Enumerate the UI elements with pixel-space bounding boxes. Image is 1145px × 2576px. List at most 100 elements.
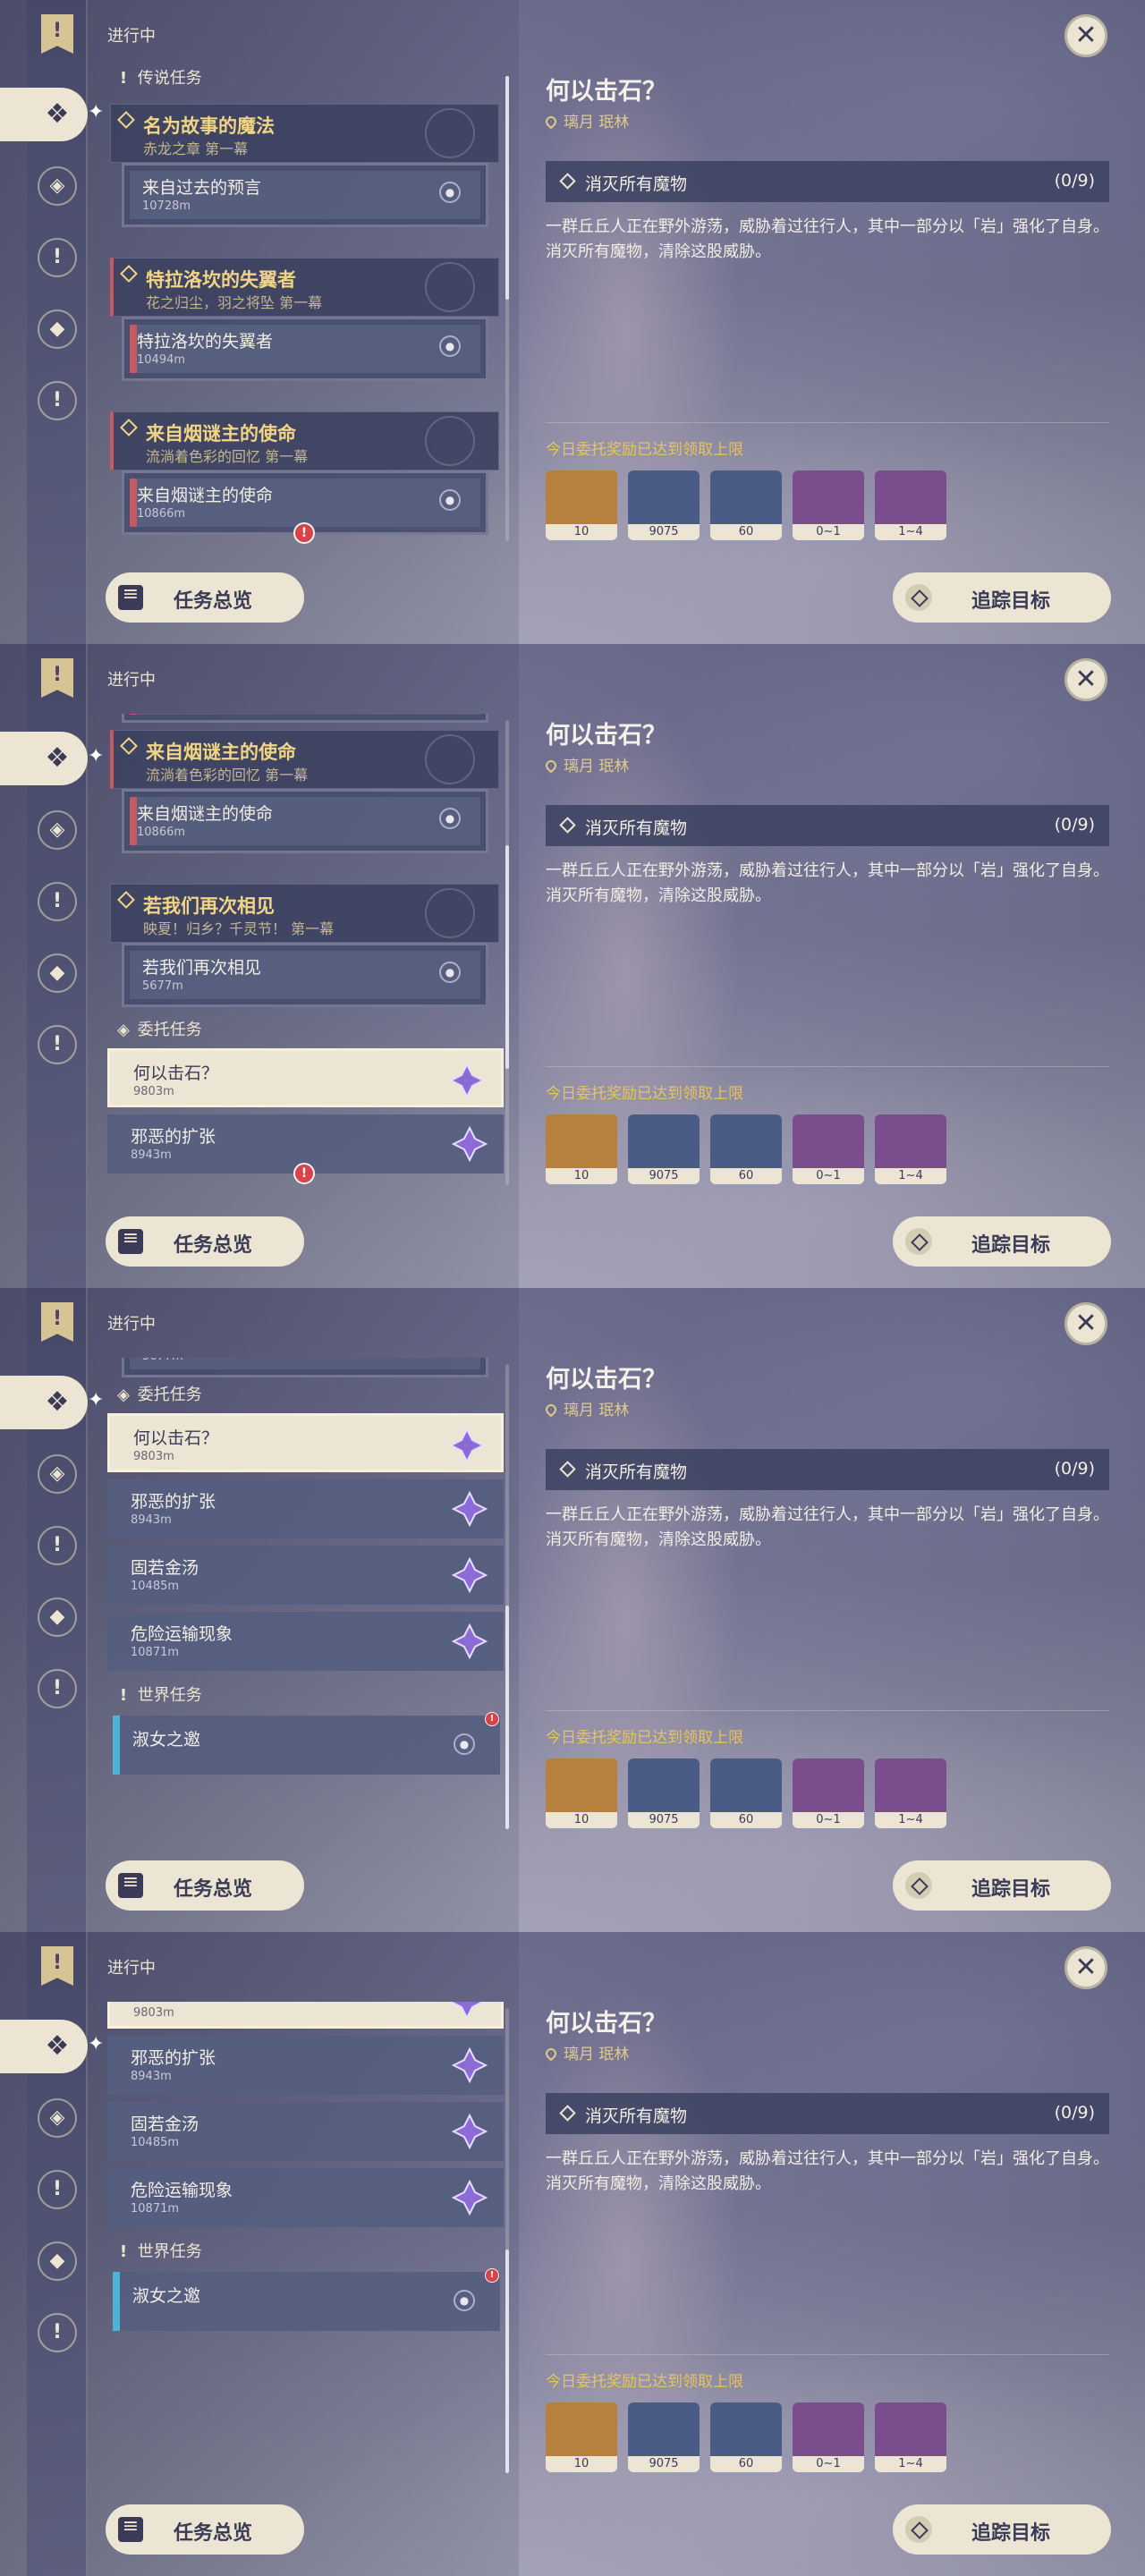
tab-all-quests-icon[interactable]: ❖: [38, 95, 77, 134]
commission-item-selected[interactable]: 何以击石？9803m: [107, 2002, 504, 2029]
map-pin-icon[interactable]: ●: [439, 335, 461, 357]
quest-card[interactable]: 来自过去的预言 10728m ●: [122, 163, 488, 227]
friendship-exp-icon[interactable]: 60: [710, 470, 782, 540]
primogem-crystal-icon[interactable]: 0~1: [793, 2402, 864, 2472]
friendship-exp-icon[interactable]: 60: [710, 2402, 782, 2472]
tab-commission-icon[interactable]: ◈: [38, 166, 77, 206]
quest-overview-button[interactable]: 任务总览: [106, 572, 304, 623]
quest-header[interactable]: 名为故事的魔法 赤龙之章 第一幕: [110, 104, 499, 163]
detail-title: 何以击石？: [546, 722, 666, 750]
screen-frame-3: ❖ ✦ ◈ ! ◆ ! 进行中 ✕ 5677m● ◈ 委托任务 何以击石？9803…: [0, 1288, 1145, 1932]
mora-icon[interactable]: 9075: [628, 1114, 700, 1184]
tab-all-quests-icon[interactable]: ❖: [38, 739, 77, 778]
friendship-exp-icon[interactable]: 60: [710, 1758, 782, 1828]
quest-card[interactable]: 来自烟谜主的使命 10866m ●: [122, 789, 488, 853]
commission-item[interactable]: 固若金汤 10485m: [107, 1546, 504, 1605]
quest-list[interactable]: 何以击石？9803m 邪恶的扩张8943m 固若金汤10485m 危险运输现象1…: [106, 2002, 508, 2476]
commission-star-icon: [449, 2002, 485, 2020]
map-pin-icon[interactable]: ●: [439, 182, 461, 203]
mora-icon[interactable]: 9075: [628, 1758, 700, 1828]
detail-location: 璃月 珉林: [543, 109, 629, 131]
tab-story-quest-icon[interactable]: ◆: [38, 309, 77, 349]
tab-story-quest-icon[interactable]: ◆: [38, 2241, 77, 2281]
world-quest-item[interactable]: 淑女之邀 ●: [113, 2272, 500, 2331]
crystal-chunk-icon[interactable]: 1~4: [875, 1758, 946, 1828]
reward-limit-note: 今日委托奖励已达到领取上限: [546, 2373, 743, 2391]
alert-badge-icon: !: [293, 1163, 315, 1184]
quest-header[interactable]: 特拉洛坎的失翼者 花之归尘，羽之将坠 第一幕: [110, 258, 499, 317]
tab-world-quest-icon[interactable]: !: [38, 2170, 77, 2209]
tab-archon-quest-icon[interactable]: !: [38, 381, 77, 420]
list-scrollbar[interactable]: [505, 2008, 509, 2473]
tab-story-quest-icon[interactable]: ◆: [38, 953, 77, 993]
list-icon: [118, 2515, 143, 2542]
quest-overview-button[interactable]: 任务总览: [106, 1216, 304, 1267]
commission-item[interactable]: 邪恶的扩张 8943m: [107, 2036, 504, 2095]
commission-item[interactable]: 邪恶的扩张 8943m: [107, 1479, 504, 1538]
quest-overview-button[interactable]: 任务总览: [106, 2504, 304, 2555]
quest-bookmark-icon: [41, 1302, 73, 1342]
primogem-crystal-icon[interactable]: 0~1: [793, 1114, 864, 1184]
tab-world-quest-icon[interactable]: !: [38, 238, 77, 277]
quest-card[interactable]: 若我们再次相见 5677m ●: [122, 943, 488, 1007]
quest-list[interactable]: 来自烟谜主的使命 流淌着色彩的回忆 第一幕 来自烟谜主的使命 10866m ● 若我们…: [106, 714, 508, 1188]
close-button[interactable]: ✕: [1064, 1302, 1107, 1345]
detail-title: 何以击石？: [546, 1366, 666, 1394]
track-target-button[interactable]: 追踪目标: [893, 572, 1111, 623]
commission-item-selected[interactable]: 何以击石？9803m: [107, 1413, 504, 1472]
tab-archon-quest-icon[interactable]: !: [38, 2313, 77, 2352]
friendship-exp-icon[interactable]: 60: [710, 1114, 782, 1184]
tab-world-quest-icon[interactable]: !: [38, 1526, 77, 1565]
adventure-exp-icon[interactable]: 10: [546, 1758, 617, 1828]
quest-list[interactable]: ! 传说任务 名为故事的魔法 赤龙之章 第一幕 来自过去的预言 10728m ● 特拉…: [106, 70, 508, 544]
quest-card[interactable]: [122, 714, 488, 723]
track-target-button[interactable]: 追踪目标: [893, 1860, 1111, 1911]
objective-bar: 消灭所有魔物 (0/9): [546, 161, 1109, 202]
mora-icon[interactable]: 9075: [628, 470, 700, 540]
list-scrollbar[interactable]: [505, 1364, 509, 1829]
location-pin-icon: [543, 1402, 559, 1418]
quest-overview-button[interactable]: 任务总览: [106, 1860, 304, 1911]
map-pin-icon[interactable]: ●: [454, 1733, 475, 1755]
quest-card[interactable]: 5677m●: [122, 1358, 488, 1377]
commission-item[interactable]: 危险运输现象 10871m: [107, 2168, 504, 2227]
list-scrollbar[interactable]: [505, 76, 509, 541]
world-quest-item[interactable]: 淑女之邀 ●: [113, 1716, 500, 1775]
adventure-exp-icon[interactable]: 10: [546, 1114, 617, 1184]
mora-icon[interactable]: 9075: [628, 2402, 700, 2472]
tab-commission-icon[interactable]: ◈: [38, 810, 77, 850]
map-pin-icon[interactable]: ●: [439, 962, 461, 983]
tab-archon-quest-icon[interactable]: !: [38, 1669, 77, 1708]
adventure-exp-icon[interactable]: 10: [546, 470, 617, 540]
commission-item-selected[interactable]: 何以击石？9803m: [107, 1048, 504, 1107]
map-pin-icon[interactable]: ●: [454, 2290, 475, 2311]
tab-archon-quest-icon[interactable]: !: [38, 1025, 77, 1064]
tab-story-quest-icon[interactable]: ◆: [38, 1597, 77, 1637]
list-scrollbar[interactable]: [505, 720, 509, 1185]
tab-all-quests-icon[interactable]: ❖: [38, 2027, 77, 2066]
primogem-crystal-icon[interactable]: 0~1: [793, 470, 864, 540]
commission-item[interactable]: 固若金汤 10485m: [107, 2102, 504, 2161]
close-button[interactable]: ✕: [1064, 1946, 1107, 1989]
crystal-chunk-icon[interactable]: 1~4: [875, 1114, 946, 1184]
crystal-chunk-icon[interactable]: 1~4: [875, 470, 946, 540]
quest-header[interactable]: 来自烟谜主的使命 流淌着色彩的回忆 第一幕: [110, 730, 499, 789]
commission-item[interactable]: 危险运输现象 10871m: [107, 1612, 504, 1671]
quest-list[interactable]: 5677m● ◈ 委托任务 何以击石？9803m 邪恶的扩张8943m 固若金汤…: [106, 1358, 508, 1832]
quest-header[interactable]: 若我们再次相见 映夏！归乡？千灵节！ 第一幕: [110, 884, 499, 943]
quest-card[interactable]: 特拉洛坎的失翼者 10494m ●: [122, 317, 488, 381]
track-target-button[interactable]: 追踪目标: [893, 2504, 1111, 2555]
tab-world-quest-icon[interactable]: !: [38, 882, 77, 921]
primogem-crystal-icon[interactable]: 0~1: [793, 1758, 864, 1828]
map-pin-icon[interactable]: ●: [439, 489, 461, 511]
crystal-chunk-icon[interactable]: 1~4: [875, 2402, 946, 2472]
quest-header[interactable]: 来自烟谜主的使命 流淌着色彩的回忆 第一幕: [110, 411, 499, 470]
tab-commission-icon[interactable]: ◈: [38, 1454, 77, 1494]
tab-commission-icon[interactable]: ◈: [38, 2098, 77, 2138]
tab-all-quests-icon[interactable]: ❖: [38, 1383, 77, 1422]
close-button[interactable]: ✕: [1064, 14, 1107, 57]
adventure-exp-icon[interactable]: 10: [546, 2402, 617, 2472]
close-button[interactable]: ✕: [1064, 658, 1107, 701]
track-target-button[interactable]: 追踪目标: [893, 1216, 1111, 1267]
map-pin-icon[interactable]: ●: [439, 808, 461, 829]
